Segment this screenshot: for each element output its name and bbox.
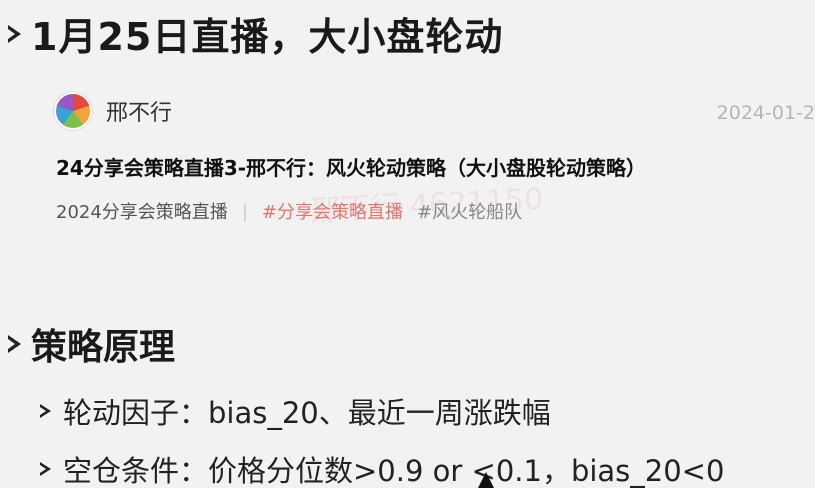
post-date: 2024-01-2 <box>716 102 815 124</box>
avatar[interactable] <box>54 92 92 130</box>
chevron-right-icon <box>8 335 21 353</box>
post-title[interactable]: 24分享会策略直播3-邢不行：风火轮动策略（大小盘股轮动策略） <box>56 152 646 181</box>
section-title: 策略原理 <box>8 318 175 370</box>
chevron-right-icon <box>8 24 21 43</box>
chevron-right-icon <box>40 404 51 418</box>
tag-separator: | <box>241 200 248 222</box>
tags-row: 2024分享会策略直播 | #分享会策略直播 #风火轮船队 <box>56 198 522 224</box>
category-tag[interactable]: 2024分享会策略直播 <box>56 198 228 224</box>
author-row[interactable]: 邢不行 <box>54 92 172 130</box>
chevron-right-icon <box>40 462 51 476</box>
bullet-text: 空仓条件：价格分位数>0.9 or <0.1，bias_20<0 <box>63 454 725 488</box>
topic-tag[interactable]: #分享会策略直播 <box>262 198 403 224</box>
mouse-cursor-icon <box>478 472 494 488</box>
bullet-text: 轮动因子：bias_20、最近一周涨跌幅 <box>63 396 551 430</box>
bullet-rotation-factor: 轮动因子：bias_20、最近一周涨跌幅 <box>40 390 551 432</box>
slide-title: 1月25日直播，大小盘轮动 <box>8 6 503 61</box>
post-card[interactable]: 邢不行 2024-01-2 邢不行 4621150 24分享会策略直播3-邢不行… <box>48 84 815 254</box>
author-name[interactable]: 邢不行 <box>106 95 172 127</box>
series-tag[interactable]: #风火轮船队 <box>417 198 522 224</box>
slide-title-text: 1月25日直播，大小盘轮动 <box>31 15 504 59</box>
bullet-empty-position: 空仓条件：价格分位数>0.9 or <0.1，bias_20<0 <box>40 448 724 488</box>
section-title-text: 策略原理 <box>31 327 176 368</box>
